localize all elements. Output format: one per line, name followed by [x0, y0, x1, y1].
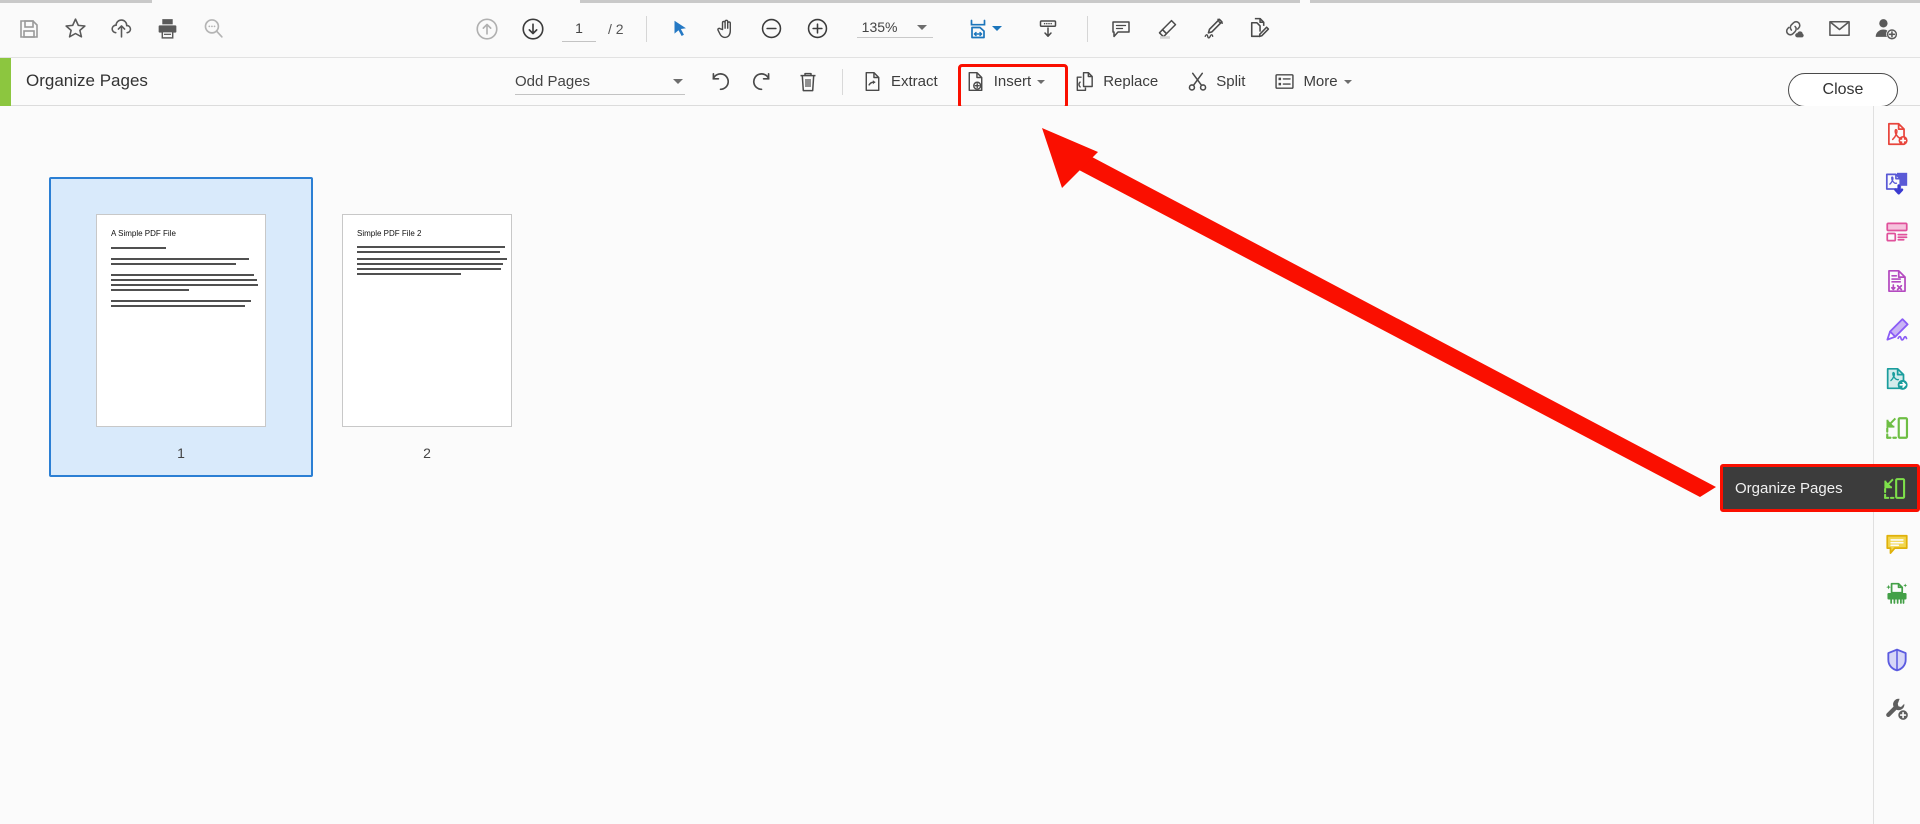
star-icon[interactable]	[52, 6, 98, 52]
tooltip-label: Organize Pages	[1735, 479, 1843, 497]
sidebar-item-fill-and-sign[interactable]	[1874, 306, 1920, 353]
extract-button[interactable]: Extract	[853, 63, 946, 101]
application-window: / 2	[0, 0, 1920, 824]
page-number-input[interactable]	[562, 15, 596, 42]
signature-icon[interactable]	[1236, 6, 1282, 52]
hand-pan-icon[interactable]	[703, 6, 749, 52]
main-toolbar: / 2	[0, 0, 1920, 58]
sidebar-item-redact[interactable]	[1874, 257, 1920, 304]
link-cloud-icon[interactable]	[1770, 6, 1816, 52]
sidebar-item-add-comment[interactable]	[1874, 520, 1920, 567]
chevron-down-icon[interactable]	[1343, 79, 1352, 84]
sidebar-item-more-tools[interactable]	[1874, 685, 1920, 732]
chevron-down-icon[interactable]	[1037, 79, 1046, 84]
more-button[interactable]: More	[1265, 63, 1359, 101]
trash-icon[interactable]	[788, 63, 828, 101]
sidebar-item-export-pdf[interactable]	[1874, 159, 1920, 206]
close-button[interactable]: Close	[1788, 73, 1898, 107]
tab-strip	[0, 0, 1920, 3]
page-number-label-1: 1	[177, 445, 185, 461]
comment-icon[interactable]	[1098, 6, 1144, 52]
send-for-signature-icon	[1886, 367, 1908, 390]
page-preview-2: Simple PDF File 2	[342, 214, 512, 427]
export-pdf-icon	[1885, 172, 1908, 194]
sidebar-item-protect[interactable]	[1874, 636, 1920, 683]
page-thumbnail-1[interactable]: A Simple PDF File 1	[49, 177, 313, 477]
search-icon[interactable]	[190, 6, 236, 52]
replace-label: Replace	[1103, 73, 1159, 90]
organize-pages-icon	[1882, 476, 1907, 501]
chevron-down-icon[interactable]	[673, 78, 683, 84]
zoom-in-icon[interactable]	[795, 6, 841, 52]
create-pdf-icon	[1888, 122, 1908, 145]
more-label: More	[1303, 73, 1338, 90]
zoom-level-control[interactable]: 135%	[856, 19, 933, 38]
page-doc-title-2: Simple PDF File 2	[357, 229, 422, 238]
chevron-down-icon[interactable]	[916, 24, 927, 30]
fill-sign-icon	[1885, 318, 1909, 341]
highlighter-icon[interactable]	[1144, 6, 1190, 52]
sidebar-item-enhance-scans[interactable]	[1874, 569, 1920, 616]
page-total-label: / 2	[608, 20, 624, 37]
fit-width-icon[interactable]	[961, 6, 1007, 52]
sidebar-item-send-for-signature[interactable]	[1874, 355, 1920, 402]
email-icon[interactable]	[1816, 6, 1862, 52]
page-range-select[interactable]: Odd Pages	[515, 68, 685, 96]
replace-button[interactable]: Replace	[1065, 63, 1166, 101]
chevron-down-icon[interactable]	[991, 26, 1002, 31]
page-number-control[interactable]: / 2	[562, 15, 624, 42]
add-user-icon[interactable]	[1862, 6, 1908, 52]
split-label: Split	[1216, 73, 1246, 90]
scroll-mode-icon[interactable]	[1025, 6, 1071, 52]
accent-bar	[0, 58, 11, 106]
organize-pages-icon	[1886, 416, 1909, 439]
sidebar-item-organize-pages[interactable]	[1874, 404, 1920, 451]
sidebar-item-edit-pdf[interactable]	[1874, 208, 1920, 255]
wrench-add-icon	[1886, 698, 1908, 720]
sidebar-item-create-pdf[interactable]	[1874, 110, 1920, 157]
rotate-left-icon[interactable]	[700, 63, 741, 101]
page-range-value: Odd Pages	[515, 72, 591, 90]
print-icon[interactable]	[144, 6, 190, 52]
zoom-out-icon[interactable]	[749, 6, 795, 52]
edit-pdf-layout-icon	[1886, 221, 1908, 242]
redact-document-icon	[1888, 269, 1906, 292]
zoom-level-value: 135%	[861, 19, 898, 35]
split-button[interactable]: Split	[1178, 63, 1253, 101]
extract-label: Extract	[891, 73, 938, 90]
draw-pen-icon[interactable]	[1190, 6, 1236, 52]
insert-button[interactable]: Insert	[956, 63, 1054, 101]
rotate-right-icon[interactable]	[741, 63, 782, 101]
arrow-down-circle-icon[interactable]	[510, 6, 556, 52]
page-thumbnail-2[interactable]: Simple PDF File 2 2	[295, 177, 559, 477]
select-cursor-icon[interactable]	[657, 6, 703, 52]
page-thumbnails-canvas: A Simple PDF File 1 Simple PDF File 2 2	[0, 106, 1873, 824]
save-icon[interactable]	[6, 6, 52, 52]
organize-pages-tooltip: Organize Pages	[1720, 464, 1920, 512]
page-preview-1: A Simple PDF File	[96, 214, 266, 427]
page-doc-title-1: A Simple PDF File	[111, 229, 176, 238]
organize-pages-toolbar: Organize Pages Odd Pages Extract Insert …	[0, 58, 1920, 107]
shield-icon	[1887, 648, 1907, 671]
page-title: Organize Pages	[26, 71, 148, 90]
cloud-upload-icon[interactable]	[98, 6, 144, 52]
enhance-scan-icon	[1886, 582, 1908, 604]
arrow-up-circle-icon[interactable]	[464, 6, 510, 52]
insert-label: Insert	[993, 73, 1032, 90]
page-number-label-2: 2	[423, 445, 431, 461]
speech-bubble-icon	[1886, 534, 1908, 554]
